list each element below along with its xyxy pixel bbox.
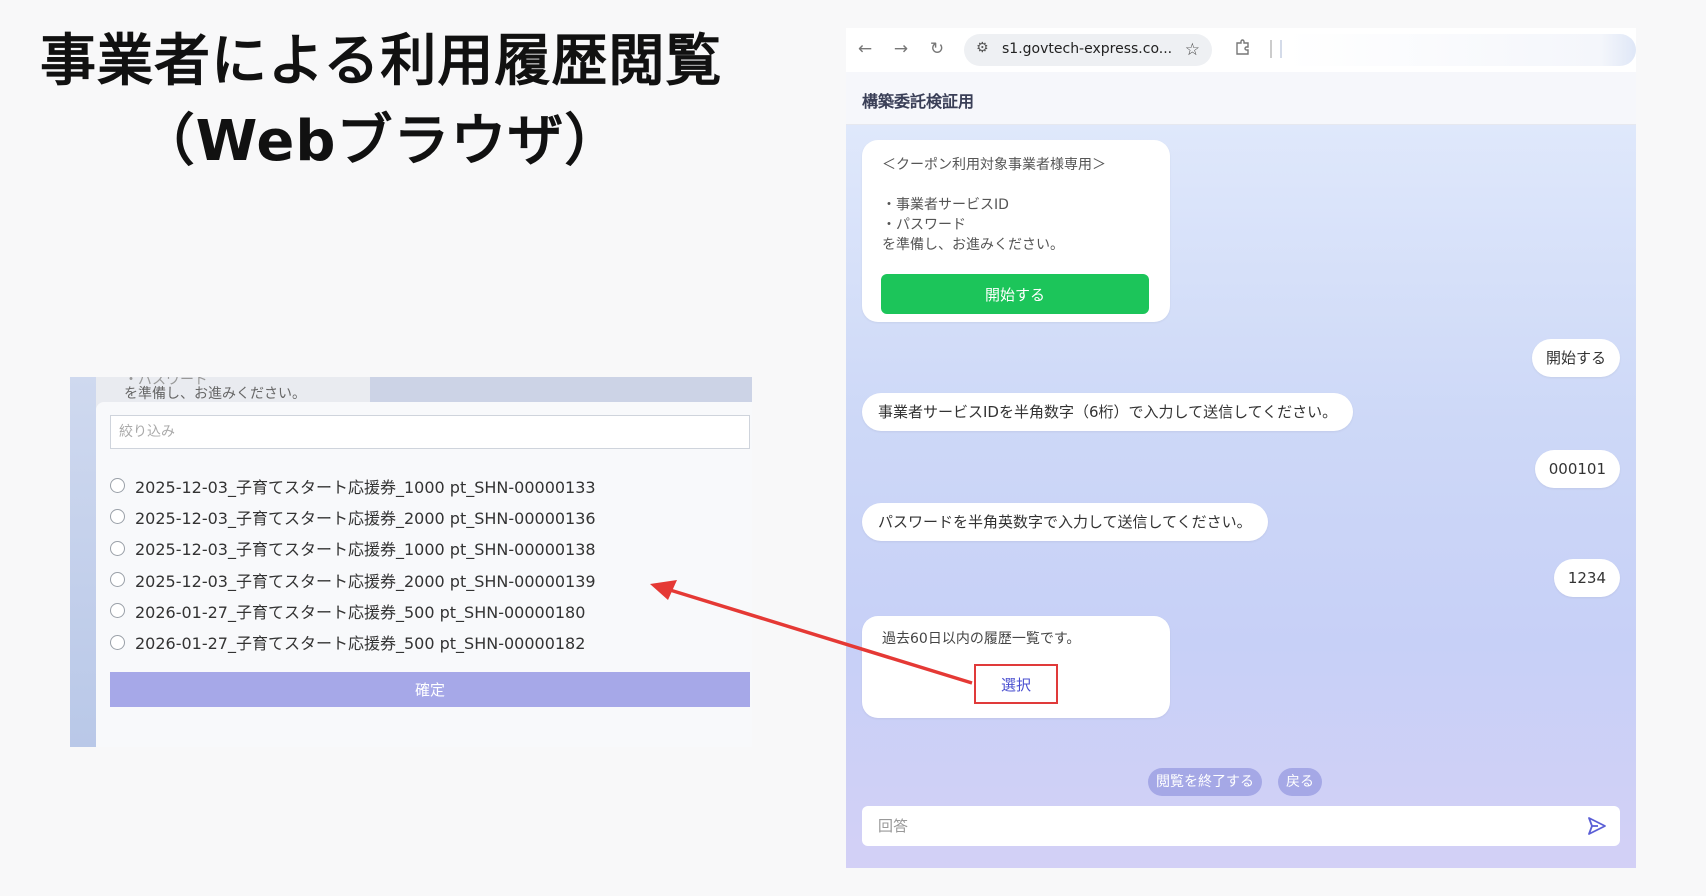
back-icon[interactable]: ← — [854, 38, 876, 60]
intro-note: を準備し、お進みください。 — [882, 237, 1064, 253]
chat-area: ＜クーポン利用対象事業者様専用＞ ・事業者サービスID ・パスワード を準備し、… — [846, 125, 1636, 868]
option-item[interactable]: 2025-12-03_子育てスタート応援券_2000 pt_SHN-000001… — [110, 501, 596, 532]
radio-button[interactable] — [110, 634, 125, 650]
app-header: 構築委託検証用 — [846, 72, 1636, 125]
radio-button[interactable] — [110, 540, 125, 556]
user-message: 開始する — [1531, 339, 1620, 377]
puzzle-icon[interactable] — [1234, 38, 1252, 61]
toolbar-divider — [1280, 40, 1282, 58]
intro-heading: ＜クーポン利用対象事業者様専用＞ — [882, 157, 1106, 173]
option-item[interactable]: 2025-12-03_子育てスタート応援券_2000 pt_SHN-000001… — [110, 564, 596, 595]
option-label: 2025-12-03_子育てスタート応援券_2000 pt_SHN-000001… — [135, 508, 596, 528]
intro-card: ＜クーポン利用対象事業者様専用＞ ・事業者サービスID ・パスワード を準備し、… — [862, 140, 1170, 322]
option-list: 2025-12-03_子育てスタート応援券_1000 pt_SHN-000001… — [110, 470, 596, 658]
option-item[interactable]: 2026-01-27_子育てスタート応援券_500 pt_SHN-0000018… — [110, 626, 596, 657]
toolbar-right-area — [1286, 34, 1636, 66]
user-message: 1234 — [1553, 559, 1620, 597]
answer-box — [862, 806, 1620, 846]
bot-message: 事業者サービスIDを半角数字（6桁）で入力して送信してください。 — [862, 393, 1354, 431]
confirm-button[interactable]: 確定 — [110, 672, 750, 707]
user-message: 000101 — [1534, 450, 1620, 488]
reload-icon[interactable]: ↻ — [926, 38, 948, 60]
app-title: 構築委託検証用 — [862, 92, 975, 111]
behind-text: を準備し、お進みください。 — [124, 386, 306, 402]
history-text: 過去60日以内の履歴一覧です。 — [882, 631, 1081, 647]
option-item[interactable]: 2025-12-03_子育てスタート応援券_1000 pt_SHN-000001… — [110, 470, 596, 501]
zoomed-selection-panel: ・パスワード を準備し、お進みください。 2025-12-03_子育てスタート応… — [70, 377, 752, 747]
start-button[interactable]: 開始する — [881, 274, 1149, 314]
toolbar-divider — [1270, 40, 1272, 58]
site-settings-icon[interactable]: ⚙ — [976, 40, 989, 56]
select-button[interactable]: 選択 — [974, 664, 1058, 704]
url-text: s1.govtech-express.co... — [1002, 41, 1173, 57]
slide-title: 事業者による利用履歴閲覧 （Webブラウザ） — [40, 22, 723, 182]
selection-card: 2025-12-03_子育てスタート応援券_1000 pt_SHN-000001… — [96, 402, 752, 747]
radio-button[interactable] — [110, 572, 125, 588]
option-label: 2026-01-27_子育てスタート応援券_500 pt_SHN-0000018… — [135, 634, 586, 654]
background-chat-strip — [70, 377, 96, 747]
option-label: 2025-12-03_子育てスタート応援券_1000 pt_SHN-000001… — [135, 477, 596, 497]
option-label: 2026-01-27_子育てスタート応援券_500 pt_SHN-0000018… — [135, 602, 586, 622]
bot-message: パスワードを半角英数字で入力して送信してください。 — [862, 503, 1268, 541]
radio-button[interactable] — [110, 509, 125, 525]
browser-window: ← → ↻ ⚙ s1.govtech-express.co... ☆ 構築委託検… — [846, 28, 1636, 868]
intro-item: ・事業者サービスID — [882, 197, 1009, 213]
radio-button[interactable] — [110, 478, 125, 494]
slide-title-line2: （Webブラウザ） — [138, 109, 622, 174]
address-bar[interactable]: ⚙ s1.govtech-express.co... ☆ — [964, 34, 1212, 66]
star-icon[interactable]: ☆ — [1185, 40, 1200, 60]
send-icon[interactable] — [1586, 815, 1608, 837]
browser-toolbar: ← → ↻ ⚙ s1.govtech-express.co... ☆ — [846, 28, 1636, 73]
answer-input[interactable] — [862, 806, 1552, 846]
option-label: 2025-12-03_子育てスタート応援券_1000 pt_SHN-000001… — [135, 540, 596, 560]
end-browsing-chip[interactable]: 閲覧を終了する — [1148, 768, 1262, 796]
option-label: 2025-12-03_子育てスタート応援券_2000 pt_SHN-000001… — [135, 571, 596, 591]
radio-button[interactable] — [110, 603, 125, 619]
slide-title-line1: 事業者による利用履歴閲覧 — [40, 29, 723, 94]
option-item[interactable]: 2025-12-03_子育てスタート応援券_1000 pt_SHN-000001… — [110, 533, 596, 564]
history-card: 過去60日以内の履歴一覧です。 選択 — [862, 616, 1170, 718]
back-chip[interactable]: 戻る — [1278, 768, 1322, 796]
forward-icon[interactable]: → — [890, 38, 912, 60]
option-item[interactable]: 2026-01-27_子育てスタート応援券_500 pt_SHN-0000018… — [110, 595, 596, 626]
filter-input[interactable] — [110, 415, 750, 449]
intro-item: ・パスワード — [882, 217, 966, 233]
